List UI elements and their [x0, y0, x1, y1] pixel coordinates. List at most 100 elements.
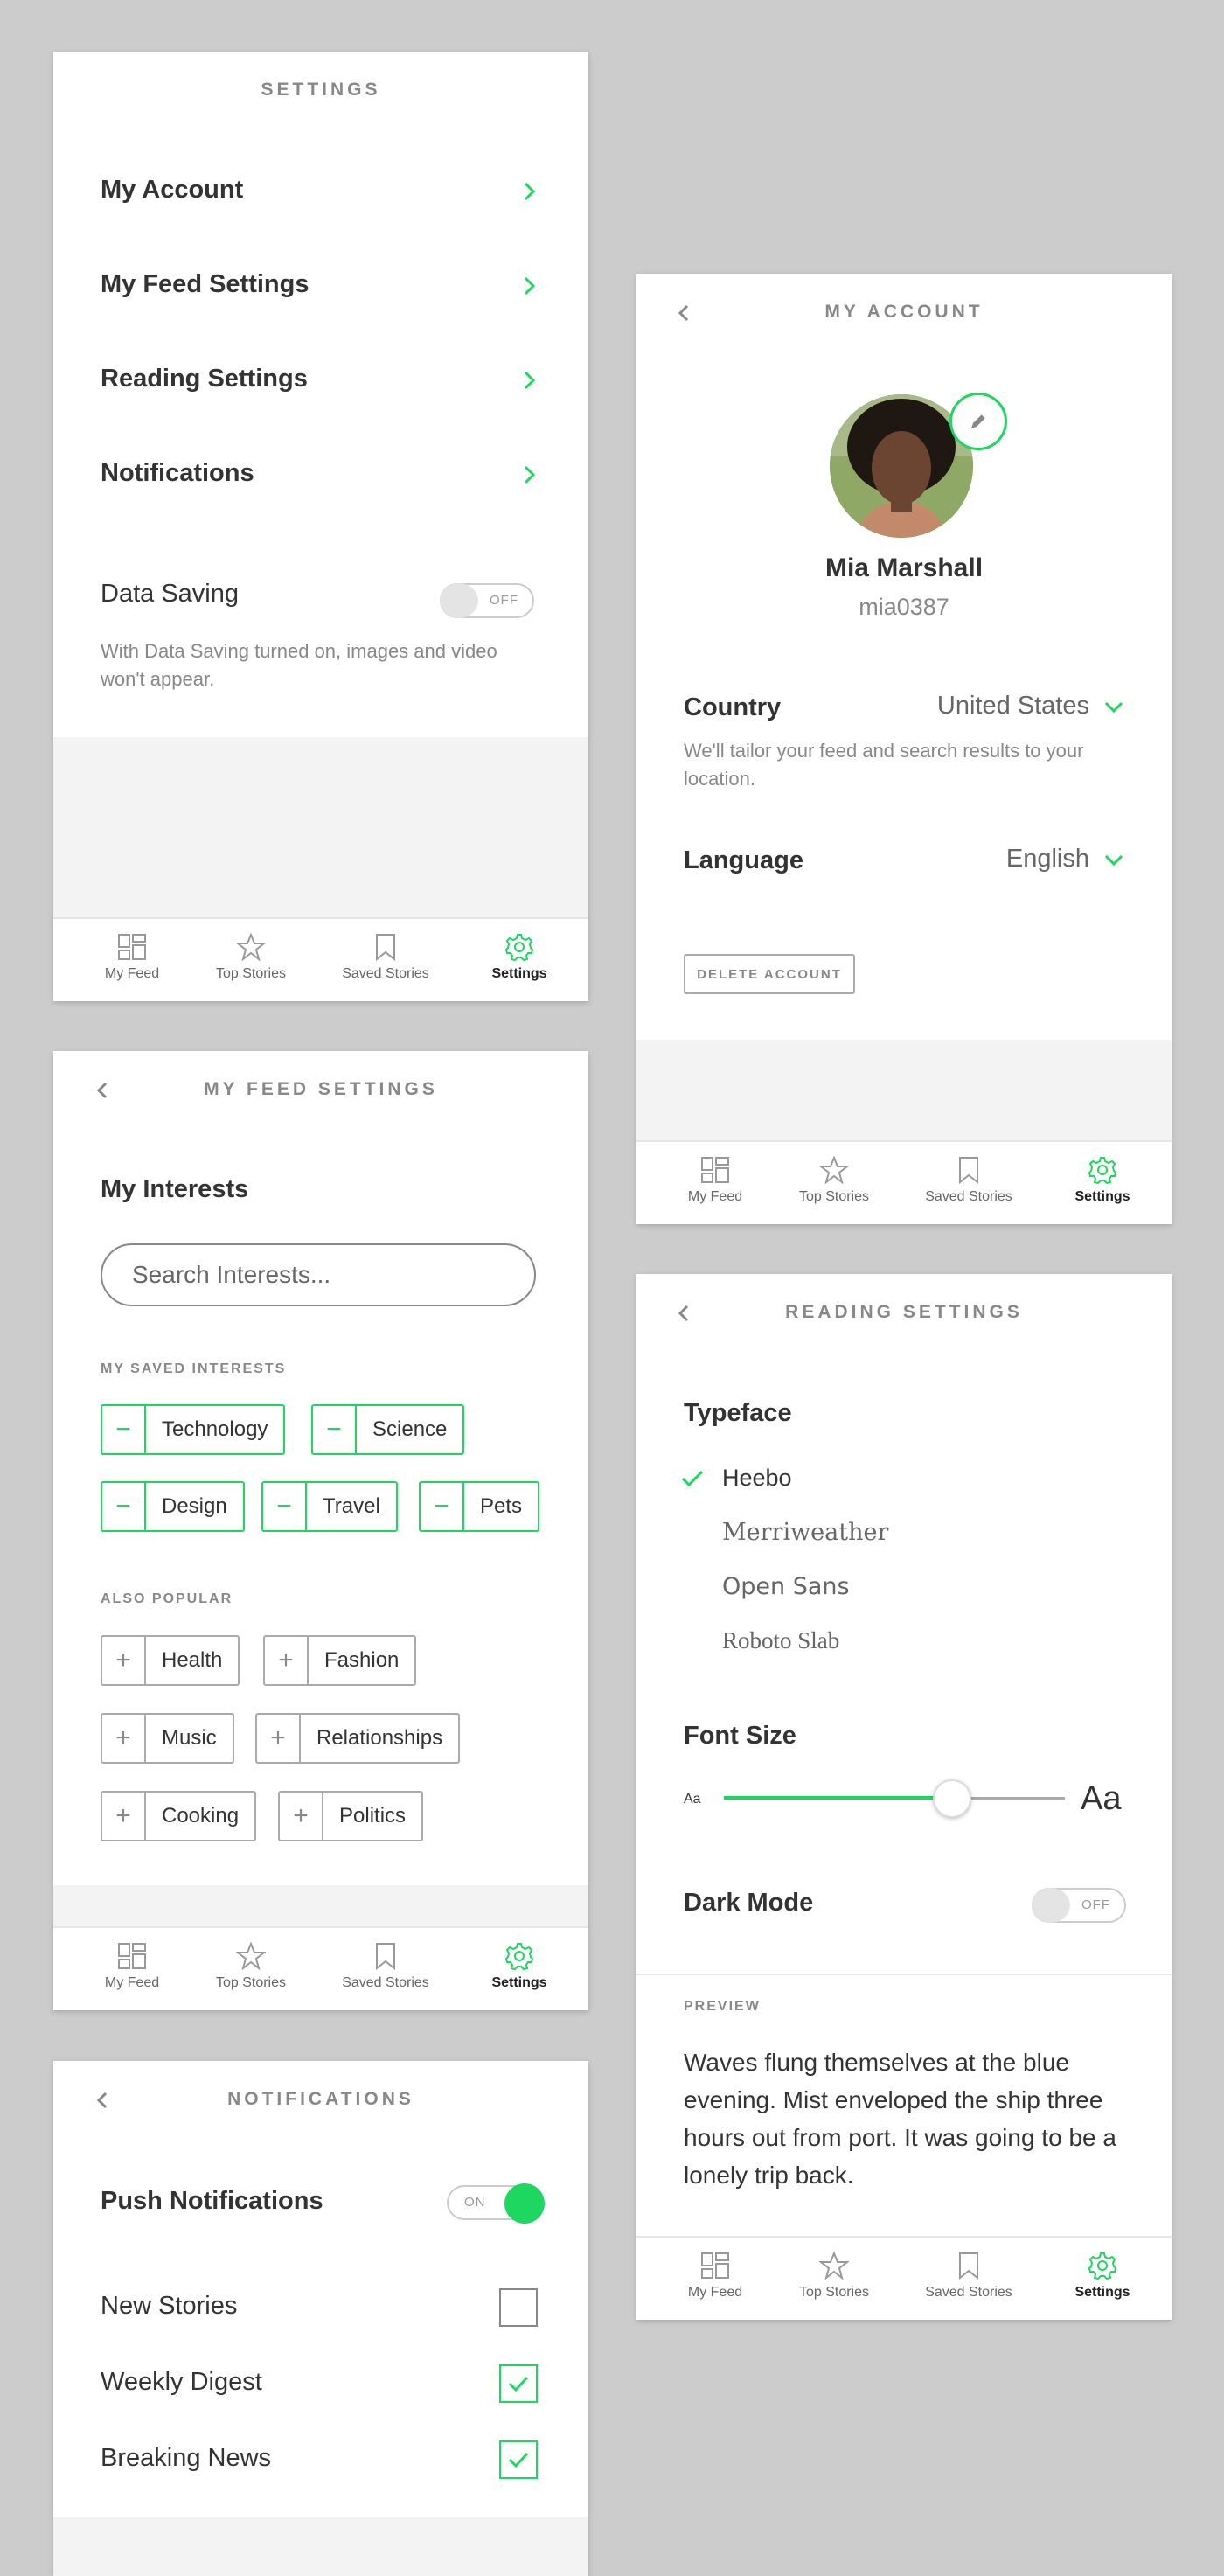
settings-item-label: Reading Settings	[101, 365, 308, 393]
page-title: SETTINGS	[261, 80, 381, 100]
tab-top-stories[interactable]: Top Stories	[190, 1942, 312, 1991]
weekly-digest-checkbox[interactable]	[499, 2364, 538, 2403]
minus-icon[interactable]: −	[102, 1406, 146, 1453]
grid-icon	[654, 1156, 776, 1184]
tab-saved-stories[interactable]: Saved Stories	[324, 1942, 447, 1991]
country-select[interactable]: United States	[937, 692, 1124, 721]
typeface-option-open-sans[interactable]: Open Sans	[722, 1573, 850, 1600]
tab-label: My Feed	[687, 1189, 743, 1204]
tab-bar: My Feed Top Stories Saved Stories Settings	[53, 1926, 588, 2010]
edit-avatar-button[interactable]	[949, 393, 1007, 450]
search-placeholder: Search Interests...	[132, 1261, 331, 1288]
plus-icon[interactable]: +	[102, 1637, 146, 1684]
chevron-down-icon	[1104, 854, 1123, 866]
plus-icon[interactable]: +	[265, 1637, 309, 1684]
preview-text: Waves flung themselves at the blue eveni…	[684, 2049, 1116, 2189]
font-size-small-label: Aa	[684, 1792, 701, 1807]
new-stories-checkbox[interactable]	[499, 2288, 538, 2327]
tab-saved-stories[interactable]: Saved Stories	[908, 2252, 1030, 2301]
saved-interest-chip[interactable]: − Design	[101, 1481, 245, 1532]
saved-interest-chip[interactable]: − Technology	[101, 1404, 286, 1455]
tab-saved-stories[interactable]: Saved Stories	[324, 933, 447, 982]
gear-icon	[1041, 1156, 1164, 1184]
saved-interest-chip[interactable]: − Science	[311, 1404, 465, 1455]
popular-interest-chip[interactable]: + Relationships	[255, 1713, 461, 1764]
delete-account-button[interactable]: DELETE ACCOUNT	[684, 954, 855, 994]
also-popular-caption: ALSO POPULAR	[101, 1591, 233, 1606]
plus-icon[interactable]: +	[257, 1715, 301, 1762]
page-title: NOTIFICATIONS	[227, 2089, 414, 2109]
data-saving-toggle[interactable]: OFF	[440, 583, 534, 618]
data-saving-description: With Data Saving turned on, images and v…	[101, 640, 497, 690]
tab-my-feed[interactable]: My Feed	[71, 933, 193, 982]
saved-interest-chip[interactable]: − Travel	[261, 1481, 398, 1532]
breaking-news-checkbox[interactable]	[499, 2440, 538, 2479]
tab-top-stories[interactable]: Top Stories	[773, 2252, 895, 2301]
tab-settings[interactable]: Settings	[458, 933, 581, 982]
chevron-right-icon	[524, 465, 536, 484]
pencil-icon	[971, 414, 986, 428]
grid-icon	[71, 933, 193, 961]
minus-icon[interactable]: −	[263, 1483, 307, 1530]
saved-interest-chip[interactable]: − Pets	[419, 1481, 540, 1532]
slider-thumb[interactable]	[933, 1779, 972, 1818]
star-icon	[190, 1942, 312, 1970]
chevron-right-icon	[524, 182, 536, 201]
tab-label: My Feed	[104, 966, 160, 981]
minus-icon[interactable]: −	[313, 1406, 357, 1453]
grid-icon	[71, 1942, 193, 1970]
country-note: We'll tailor your feed and search result…	[684, 740, 1084, 790]
empty-area	[636, 1040, 1172, 1140]
plus-icon[interactable]: +	[102, 1715, 146, 1762]
popular-interest-chip[interactable]: + Cooking	[101, 1791, 257, 1841]
popular-interest-chip[interactable]: + Health	[101, 1635, 240, 1686]
page-title: MY FEED SETTINGS	[204, 1079, 438, 1099]
search-interests-input[interactable]: Search Interests...	[101, 1243, 536, 1306]
country-label: Country	[684, 693, 782, 721]
font-size-large-label: Aa	[1081, 1780, 1122, 1817]
tab-my-feed[interactable]: My Feed	[71, 1942, 193, 1991]
typeface-option-merriweather[interactable]: Merriweather	[722, 1519, 888, 1546]
popular-interest-chip[interactable]: + Fashion	[263, 1635, 417, 1686]
minus-icon[interactable]: −	[102, 1483, 146, 1530]
tab-top-stories[interactable]: Top Stories	[190, 933, 312, 982]
font-size-slider[interactable]	[724, 1776, 1065, 1821]
tab-settings[interactable]: Settings	[1041, 1156, 1164, 1205]
tab-my-feed[interactable]: My Feed	[654, 2252, 776, 2301]
typeface-option-roboto-slab[interactable]: Roboto Slab	[722, 1627, 839, 1654]
chip-label: Music	[162, 1726, 217, 1750]
tab-my-feed[interactable]: My Feed	[654, 1156, 776, 1205]
popular-interest-chip[interactable]: + Music	[101, 1713, 234, 1764]
empty-area	[53, 2517, 588, 2576]
divider	[636, 1974, 1172, 1975]
my-feed-settings-screen: MY FEED SETTINGS My Interests Search Int…	[53, 1051, 588, 2010]
chip-label: Health	[162, 1648, 223, 1672]
tab-label: Saved Stories	[342, 1975, 429, 1990]
chip-label: Politics	[339, 1804, 407, 1828]
bookmark-icon	[908, 2252, 1030, 2280]
tab-settings[interactable]: Settings	[1041, 2252, 1164, 2301]
plus-icon[interactable]: +	[102, 1793, 146, 1840]
tab-top-stories[interactable]: Top Stories	[773, 1156, 895, 1205]
my-account-screen: MY ACCOUNT Mia Marshall mia0387 Country …	[636, 274, 1172, 1224]
checkmark-icon	[508, 2376, 529, 2392]
push-notifications-toggle[interactable]: ON	[447, 2183, 545, 2224]
popular-interest-chip[interactable]: + Politics	[278, 1791, 424, 1841]
language-select[interactable]: English	[1006, 845, 1124, 874]
settings-item-label: Notifications	[101, 459, 254, 487]
typeface-option-heebo[interactable]: Heebo	[722, 1465, 792, 1492]
tab-label: Saved Stories	[925, 2285, 1012, 2300]
page-title: READING SETTINGS	[785, 1302, 1023, 1322]
chip-label: Relationships	[316, 1726, 443, 1750]
plus-icon[interactable]: +	[280, 1793, 323, 1840]
star-icon	[190, 933, 312, 961]
typeface-heading: Typeface	[684, 1399, 792, 1427]
tab-settings[interactable]: Settings	[458, 1942, 581, 1991]
checkmark-icon	[681, 1470, 704, 1487]
settings-item-label: My Feed Settings	[101, 270, 309, 298]
tab-saved-stories[interactable]: Saved Stories	[908, 1156, 1030, 1205]
minus-icon[interactable]: −	[421, 1483, 464, 1530]
dark-mode-toggle[interactable]: OFF	[1032, 1888, 1126, 1923]
toggle-state: ON	[464, 2195, 486, 2210]
push-notifications-label: Push Notifications	[101, 2187, 323, 2215]
